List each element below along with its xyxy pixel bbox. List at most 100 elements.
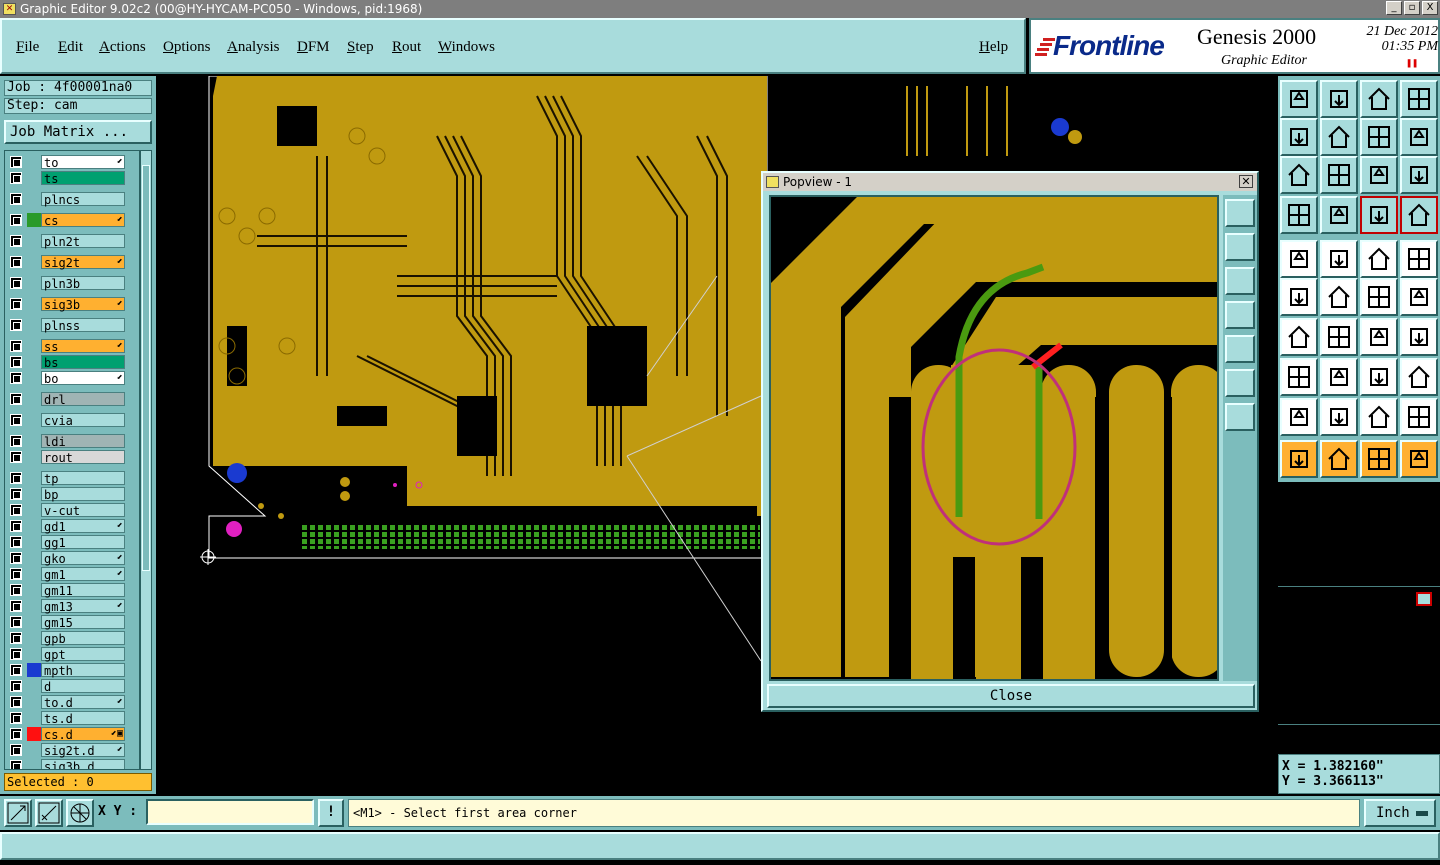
layer-checkbox[interactable] [10, 648, 22, 660]
layer-color-swatch[interactable] [27, 371, 41, 385]
layer-row[interactable]: to ⬋ [7, 155, 127, 170]
layer-checkbox[interactable] [10, 568, 22, 580]
popview-pan-up-icon[interactable] [1225, 233, 1255, 261]
popview-title-bar[interactable]: Popview - 1 ✕ [763, 173, 1257, 191]
layer-row[interactable]: mpth [7, 663, 127, 678]
layer-checkbox[interactable] [10, 536, 22, 548]
menu-dfm[interactable]: DFM [297, 39, 330, 56]
pan-down-icon[interactable] [1320, 80, 1358, 118]
copy-icon[interactable] [1400, 278, 1438, 316]
layer-checkbox[interactable] [10, 193, 22, 205]
layer-name[interactable]: bo [41, 371, 125, 386]
layer-row[interactable]: gpt [7, 647, 127, 662]
pad-icon[interactable] [1400, 240, 1438, 278]
popview-zoom-view[interactable] [771, 197, 1217, 679]
layer-checkbox[interactable] [10, 472, 22, 484]
popview-window[interactable]: Popview - 1 ✕ Close [761, 171, 1259, 712]
layer-color-swatch[interactable] [27, 276, 41, 290]
layer-color-swatch[interactable] [27, 318, 41, 332]
popview-close-button[interactable]: Close [767, 684, 1255, 708]
layer-color-swatch[interactable] [27, 413, 41, 427]
layer-name[interactable]: gm15 [41, 615, 125, 630]
layer-name[interactable]: gm11 [41, 583, 125, 598]
layer-row[interactable]: sig2t.d ⬋ [7, 743, 127, 758]
layer-color-swatch[interactable] [27, 213, 41, 227]
popview-zoom-out-icon[interactable] [1225, 403, 1255, 431]
layer-checkbox[interactable] [10, 214, 22, 226]
layer-checkbox[interactable] [10, 298, 22, 310]
layer-checkbox[interactable] [10, 235, 22, 247]
layer-row[interactable]: sig3b ⬋ [7, 297, 127, 312]
layer-color-swatch[interactable] [27, 192, 41, 206]
layer-name[interactable]: gg1 [41, 535, 125, 550]
layer-checkbox[interactable] [10, 728, 22, 740]
layer-color-swatch[interactable] [27, 471, 41, 485]
one-to-one-icon[interactable] [1360, 156, 1398, 194]
menu-analysis[interactable]: Analysis [227, 39, 280, 56]
layer-checkbox[interactable] [10, 744, 22, 756]
layer-color-swatch[interactable] [27, 615, 41, 629]
layer-row[interactable]: v-cut [7, 503, 127, 518]
zoom-area-icon[interactable] [4, 799, 32, 827]
layer-name[interactable]: gm13 [41, 599, 125, 614]
popview-canvas[interactable] [769, 195, 1219, 681]
layer-name[interactable]: d [41, 679, 125, 694]
angle-icon[interactable] [1280, 318, 1318, 356]
popview-pan-left-icon[interactable] [1225, 301, 1255, 329]
delete-icon[interactable] [1320, 278, 1358, 316]
pause-icon[interactable]: ❚❚ [1406, 58, 1418, 69]
layer-row[interactable]: cs ⬋ [7, 213, 127, 228]
popview-fit-icon[interactable] [1225, 199, 1255, 227]
ruler-icon[interactable] [1360, 240, 1398, 278]
arc-icon[interactable] [1320, 398, 1358, 436]
layer-name[interactable]: sig2t [41, 255, 125, 270]
layer-checkbox[interactable] [10, 520, 22, 532]
layer-row[interactable]: ldi [7, 434, 127, 449]
layer-checkbox[interactable] [10, 712, 22, 724]
layer-checkbox[interactable] [10, 277, 22, 289]
layer-name[interactable]: to.d [41, 695, 125, 710]
home-icon[interactable] [1360, 80, 1398, 118]
layer-color-swatch[interactable] [27, 551, 41, 565]
layer-checkbox[interactable] [10, 172, 22, 184]
triangle-icon[interactable] [1280, 398, 1318, 436]
popview-close-icon[interactable]: ✕ [1239, 175, 1253, 188]
layer-row[interactable]: gpb [7, 631, 127, 646]
layer-checkbox[interactable] [10, 696, 22, 708]
layer-row[interactable]: ts.d [7, 711, 127, 726]
pointer-icon[interactable] [1280, 440, 1318, 478]
layer-color-swatch[interactable] [27, 727, 41, 741]
layer-row[interactable]: gko ⬋ [7, 551, 127, 566]
layer-name[interactable]: sig2t.d [41, 743, 125, 758]
layer-row[interactable]: sig3b.d [7, 759, 127, 769]
menu-help[interactable]: Help [979, 39, 1008, 56]
layer-checkbox[interactable] [10, 760, 22, 769]
layer-row[interactable]: rout [7, 450, 127, 465]
layer-row[interactable]: sig2t ⬋ [7, 255, 127, 270]
layer-color-swatch[interactable] [27, 255, 41, 269]
pad-select-icon[interactable] [1320, 196, 1358, 234]
mirror-icon[interactable] [1400, 318, 1438, 356]
layer-indicator-icon[interactable] [1416, 592, 1432, 606]
layer-checkbox[interactable] [10, 256, 22, 268]
layer-row[interactable]: cvia [7, 413, 127, 428]
layer-checkbox[interactable] [10, 680, 22, 692]
layer-row[interactable]: ts [7, 171, 127, 186]
menu-edit[interactable]: Edit [58, 39, 83, 56]
layer-color-swatch[interactable] [27, 567, 41, 581]
layer-checkbox[interactable] [10, 414, 22, 426]
split-icon[interactable] [1320, 358, 1358, 396]
layer-checkbox[interactable] [10, 552, 22, 564]
layer-name[interactable]: gko [41, 551, 125, 566]
layer-name[interactable]: gd1 [41, 519, 125, 534]
layer-row[interactable]: gm11 [7, 583, 127, 598]
layer-checkbox[interactable] [10, 340, 22, 352]
layer-row[interactable]: drl [7, 392, 127, 407]
layer-checkbox[interactable] [10, 600, 22, 612]
layer-name[interactable]: ts [41, 171, 125, 186]
measure-icon[interactable] [35, 799, 63, 827]
line-tool-icon[interactable] [1320, 240, 1358, 278]
layer-name[interactable]: tp [41, 471, 125, 486]
layer-name[interactable]: rout [41, 450, 125, 465]
minimize-button[interactable]: _ [1386, 1, 1402, 15]
